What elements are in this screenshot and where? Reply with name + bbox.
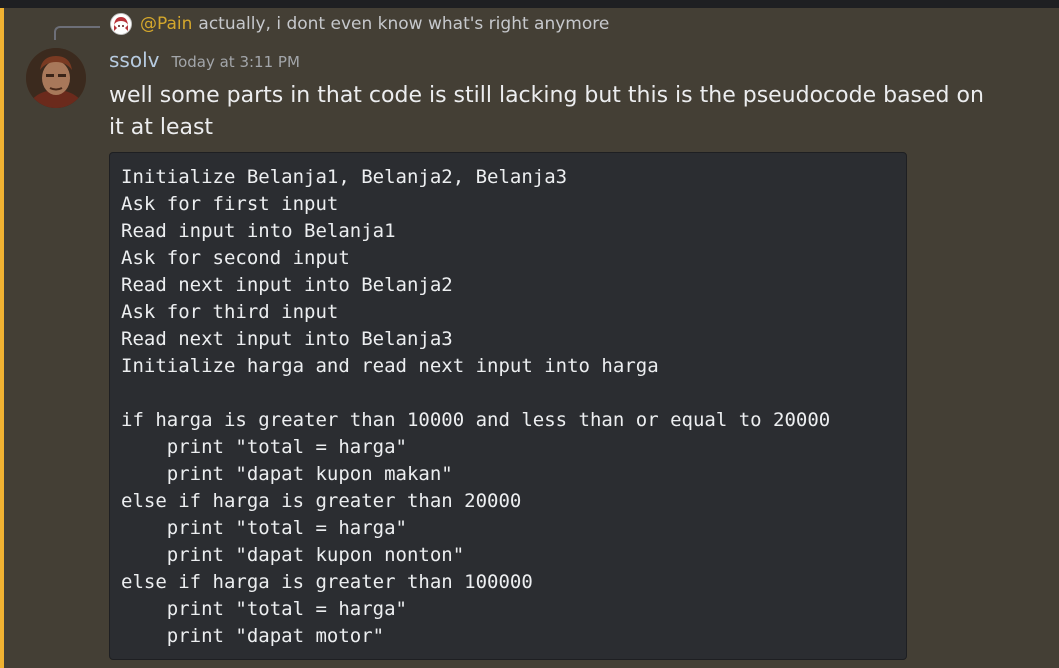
anime-avatar-icon[interactable] [110,13,132,35]
code-line: Initialize Belanja1, Belanja2, Belanja3 [121,166,568,188]
code-line: Ask for second input [121,247,350,269]
chat-window: @Pain actually, i dont even know what's … [0,0,1059,668]
chat-message[interactable]: @Pain actually, i dont even know what's … [0,8,1059,668]
code-line: print "total = harga" [121,436,407,458]
reply-reference[interactable]: @Pain actually, i dont even know what's … [110,12,609,36]
code-line: print "total = harga" [121,517,407,539]
code-block[interactable]: Initialize Belanja1, Belanja2, Belanja3 … [109,152,907,660]
code-line: Ask for first input [121,193,339,215]
code-line: Ask for third input [121,301,339,323]
code-line: print "dapat motor" [121,625,385,647]
code-line: Initialize harga and read next input int… [121,355,659,377]
code-line: print "dapat kupon makan" [121,463,453,485]
reply-mention-user[interactable]: @Pain [140,14,192,34]
code-line: Read next input into Belanja3 [121,328,453,350]
reply-spine-line [54,26,100,40]
code-line: print "total = harga" [121,598,407,620]
code-line: if harga is greater than 10000 and less … [121,409,831,431]
message-timestamp[interactable]: Today at 3:11 PM [171,53,299,71]
message-header: ssolv Today at 3:11 PM [109,48,300,72]
user-avatar-icon[interactable] [26,48,86,108]
username[interactable]: ssolv [109,48,159,72]
code-line: Read next input into Belanja2 [121,274,453,296]
reply-preview-text[interactable]: actually, i dont even know what's right … [198,14,609,34]
code-line: print "dapat kupon nonton" [121,544,465,566]
code-line: Read input into Belanja1 [121,220,396,242]
mention-highlight-bar [0,8,4,668]
message-text: well some parts in that code is still la… [109,83,984,140]
code-line: else if harga is greater than 100000 [121,571,533,593]
code-line: else if harga is greater than 20000 [121,490,522,512]
